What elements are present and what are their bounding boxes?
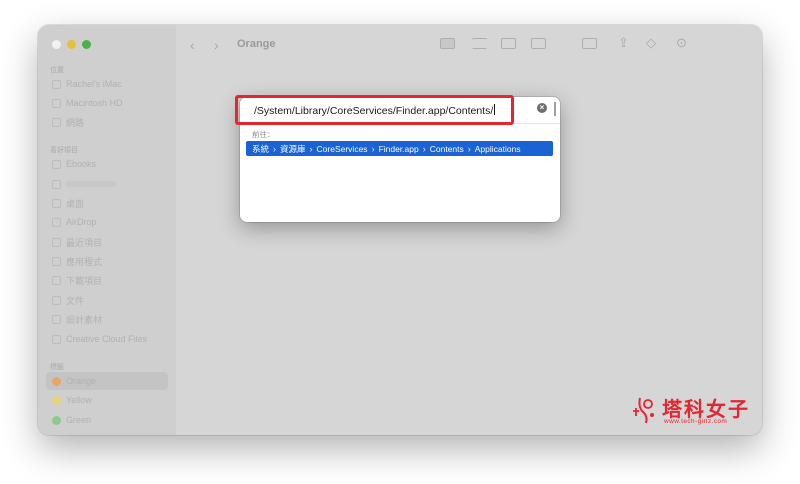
cloud-icon bbox=[52, 334, 61, 344]
network-icon bbox=[52, 117, 61, 127]
airdrop-icon bbox=[52, 217, 61, 227]
sidebar-section-locations: 位置 bbox=[50, 67, 64, 74]
crumb-separator: › bbox=[422, 143, 426, 154]
minimize-button[interactable] bbox=[67, 40, 76, 49]
sidebar-item-documents[interactable]: 文件 bbox=[50, 291, 168, 309]
sidebar-item-design[interactable]: 設計素材 bbox=[50, 310, 168, 328]
sidebar: 位置 Rachel's iMac Macintosh HD 網路 喜好項目 Eb… bbox=[38, 25, 176, 435]
sidebar-item-label: 桌面 bbox=[66, 198, 85, 209]
sidebar-item-ebooks[interactable]: Ebooks bbox=[50, 155, 168, 173]
sidebar-item-macintosh-hd[interactable]: Macintosh HD bbox=[50, 94, 168, 112]
document-icon bbox=[52, 295, 61, 305]
gallery-view-icon[interactable] bbox=[531, 38, 546, 49]
sidebar-item-label: Green bbox=[66, 415, 92, 425]
sidebar-item-downloads[interactable]: 下載項目 bbox=[50, 271, 168, 289]
list-view-icon[interactable] bbox=[472, 38, 487, 49]
sidebar-item-label: Yellow bbox=[66, 395, 92, 405]
tag-dot-icon bbox=[52, 376, 61, 386]
apps-icon bbox=[52, 256, 61, 266]
folder-icon bbox=[52, 179, 61, 189]
folder-icon bbox=[52, 314, 61, 324]
sidebar-item-network[interactable]: 網路 bbox=[50, 113, 168, 131]
tag-dot-icon bbox=[52, 415, 61, 425]
sidebar-item-label: Creative Cloud Files bbox=[66, 334, 148, 344]
watermark-logo-icon bbox=[633, 397, 654, 424]
forward-icon[interactable]: › bbox=[214, 37, 219, 53]
sidebar-item-label: Rachel's iMac bbox=[66, 79, 122, 89]
sidebar-item-creative-cloud[interactable]: Creative Cloud Files bbox=[50, 330, 168, 348]
path-suggestion[interactable]: 系統 › 資源庫 › CoreServices › Finder.app › C… bbox=[246, 141, 553, 156]
main-area: ‹ › Orange ⇪ ◇ ⊙ ⌕ bbox=[176, 25, 762, 435]
crumb: 系統 bbox=[252, 143, 270, 154]
sidebar-item-label: AirDrop bbox=[66, 217, 97, 227]
crumb-separator: › bbox=[309, 143, 313, 154]
tag-dot-icon bbox=[52, 395, 61, 405]
sidebar-item-label: Ebooks bbox=[66, 159, 97, 169]
sidebar-section-favorites: 喜好項目 bbox=[50, 147, 78, 154]
watermark: 塔科女子 www.tech-girlz.com bbox=[630, 393, 760, 431]
sidebar-item-tag-orange[interactable]: Orange bbox=[46, 372, 168, 390]
window-title: Orange bbox=[237, 38, 276, 50]
clear-icon[interactable]: × bbox=[537, 103, 547, 113]
group-icon[interactable] bbox=[582, 38, 597, 49]
tag-icon[interactable]: ◇ bbox=[646, 35, 656, 51]
disk-icon bbox=[52, 98, 61, 108]
sidebar-item-airdrop[interactable]: AirDrop bbox=[50, 213, 168, 231]
sidebar-item-label: Orange bbox=[66, 376, 97, 386]
sidebar-item-desktop[interactable]: 桌面 bbox=[50, 194, 168, 212]
clock-icon bbox=[52, 237, 61, 247]
close-button[interactable] bbox=[52, 40, 61, 49]
sidebar-item-blurred[interactable] bbox=[50, 175, 168, 193]
scrollbar[interactable] bbox=[554, 102, 556, 116]
download-icon bbox=[52, 275, 61, 285]
sidebar-item-label: 最近項目 bbox=[66, 237, 103, 248]
more-icon[interactable]: ⊙ bbox=[676, 35, 687, 51]
zoom-button[interactable] bbox=[82, 40, 91, 49]
sidebar-item-label: 文件 bbox=[66, 295, 85, 306]
crumb: 資源庫 bbox=[280, 143, 306, 154]
traffic-lights bbox=[52, 40, 91, 49]
crumb-separator: › bbox=[371, 143, 375, 154]
sidebar-item-label: 下載項目 bbox=[66, 275, 103, 286]
sidebar-item-tag-green[interactable]: Green bbox=[50, 411, 168, 429]
desktop-icon bbox=[52, 79, 61, 89]
sidebar-item-imac[interactable]: Rachel's iMac bbox=[50, 75, 168, 93]
blurred-label bbox=[66, 181, 116, 187]
sidebar-item-label: 設計素材 bbox=[66, 314, 103, 325]
sidebar-item-label: Macintosh HD bbox=[66, 98, 123, 108]
crumb: Contents bbox=[429, 143, 464, 154]
toolbar: ‹ › Orange ⇪ ◇ ⊙ ⌕ bbox=[176, 25, 762, 65]
stage: 位置 Rachel's iMac Macintosh HD 網路 喜好項目 Eb… bbox=[0, 0, 800, 484]
crumb-separator: › bbox=[467, 143, 471, 154]
crumb-separator: › bbox=[273, 143, 277, 154]
sidebar-item-label: 應用程式 bbox=[66, 256, 103, 267]
share-icon[interactable]: ⇪ bbox=[618, 35, 629, 51]
goto-label: 前往： bbox=[252, 130, 275, 139]
sidebar-item-label: 網路 bbox=[66, 117, 85, 128]
folder-icon bbox=[52, 159, 61, 169]
back-icon[interactable]: ‹ bbox=[190, 37, 195, 53]
sidebar-item-applications[interactable]: 應用程式 bbox=[50, 252, 168, 270]
finder-window: 位置 Rachel's iMac Macintosh HD 網路 喜好項目 Eb… bbox=[38, 25, 762, 435]
sidebar-item-tag-yellow[interactable]: Yellow bbox=[50, 391, 168, 409]
sidebar-section-tags: 標籤 bbox=[50, 364, 64, 371]
desktop-icon bbox=[52, 198, 61, 208]
red-highlight-box bbox=[235, 95, 514, 125]
column-view-icon[interactable] bbox=[501, 38, 516, 49]
sidebar-item-recents[interactable]: 最近項目 bbox=[50, 233, 168, 251]
crumb: Applications bbox=[474, 143, 521, 154]
icon-view-icon[interactable] bbox=[440, 38, 455, 49]
crumb: Finder.app bbox=[378, 143, 419, 154]
crumb: CoreServices bbox=[316, 143, 368, 154]
watermark-url: www.tech-girlz.com bbox=[664, 418, 728, 425]
